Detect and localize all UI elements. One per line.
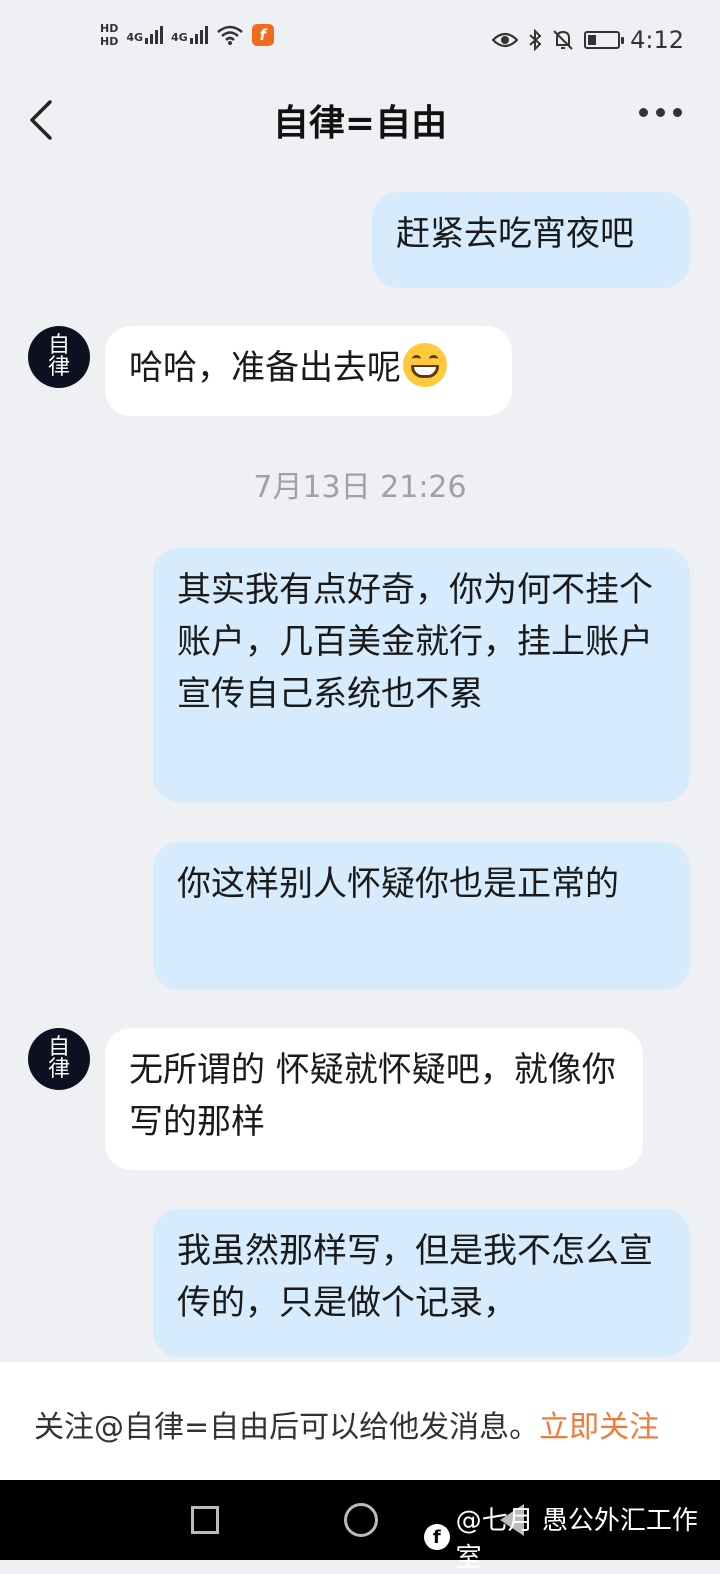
avatar[interactable]: 自律: [28, 1028, 90, 1090]
home-icon[interactable]: [344, 1503, 378, 1537]
clock: 4:12: [630, 26, 684, 54]
message-text: 赶紧去吃宵夜吧: [396, 214, 634, 254]
avatar-char-1: 自: [47, 333, 70, 358]
avatar[interactable]: 自律: [28, 326, 90, 388]
bluetooth-icon: [529, 29, 542, 51]
message-bubble-sent[interactable]: 我虽然那样写，但是我不怎么宣传的，只是做个记录，: [153, 1209, 690, 1357]
eye-comfort-icon: [492, 32, 519, 48]
message-bubble-sent[interactable]: 其实我有点好奇，你为何不挂个账户，几百美金就行，挂上账户宣传自己系统也不累: [153, 548, 690, 802]
message-timestamp: 7月13日 21:26: [253, 470, 467, 505]
mute-icon: [553, 30, 573, 50]
chat-header: 自律=自由: [0, 80, 720, 160]
sim2-network-label: 4G: [171, 31, 188, 44]
system-navigation-bar: f @七月 愚公外汇工作室: [0, 1480, 720, 1573]
sim1-signal-icon: 4G: [126, 26, 164, 44]
hd2-label: HD: [100, 35, 119, 48]
battery-icon: [584, 31, 625, 49]
weibo-logo-icon: f: [424, 1524, 450, 1550]
sim2-signal-icon: 4G: [171, 26, 208, 44]
status-left: HD HD 4G 4G f: [100, 22, 274, 48]
recent-apps-icon[interactable]: [191, 1506, 219, 1534]
message-text: 其实我有点好奇，你为何不挂个账户，几百美金就行，挂上账户宣传自己系统也不累: [177, 570, 653, 714]
follow-notice: 关注@自律=自由后可以给他发消息。立即关注: [34, 1402, 659, 1446]
follow-notice-bar: 关注@自律=自由后可以给他发消息。立即关注: [0, 1362, 720, 1480]
wifi-icon: [216, 25, 243, 45]
app-notification-icon: f: [251, 24, 274, 46]
avatar-char-2: 律: [47, 1057, 70, 1082]
message-text: 你这样别人怀疑你也是正常的: [177, 864, 619, 904]
watermark-text: @七月 愚公外汇工作室: [455, 1506, 698, 1573]
message-text: 我虽然那样写，但是我不怎么宣传的，只是做个记录，: [177, 1231, 653, 1323]
follow-notice-text: 关注@自律=自由后可以给他发消息。: [34, 1410, 540, 1445]
more-options-icon[interactable]: [639, 108, 682, 117]
status-bar: HD HD 4G 4G f 4:12: [0, 0, 720, 80]
message-bubble-sent[interactable]: 赶紧去吃宵夜吧: [372, 192, 690, 288]
message-bubble-received[interactable]: 无所谓的 怀疑就怀疑吧，就像你写的那样: [105, 1028, 643, 1170]
hd1-label: HD: [100, 22, 119, 35]
hd-indicator: HD HD: [100, 22, 118, 48]
avatar-char-1: 自: [47, 1035, 70, 1060]
message-bubble-received[interactable]: 哈哈，准备出去呢: [105, 326, 512, 416]
message-text: 哈哈，准备出去呢: [129, 348, 401, 388]
sim1-network-label: 4G: [126, 31, 144, 44]
message-bubble-sent[interactable]: 你这样别人怀疑你也是正常的: [153, 842, 690, 990]
page-title: 自律=自由: [272, 103, 448, 144]
battery-fill: [588, 35, 597, 45]
follow-button[interactable]: 立即关注: [539, 1410, 659, 1445]
watermark: f @七月 愚公外汇工作室: [424, 1500, 720, 1574]
status-right: 4:12: [492, 26, 684, 54]
avatar-char-2: 律: [47, 355, 70, 380]
grinning-emoji-icon: [403, 343, 447, 387]
message-text: 无所谓的 怀疑就怀疑吧，就像你写的那样: [129, 1050, 616, 1142]
